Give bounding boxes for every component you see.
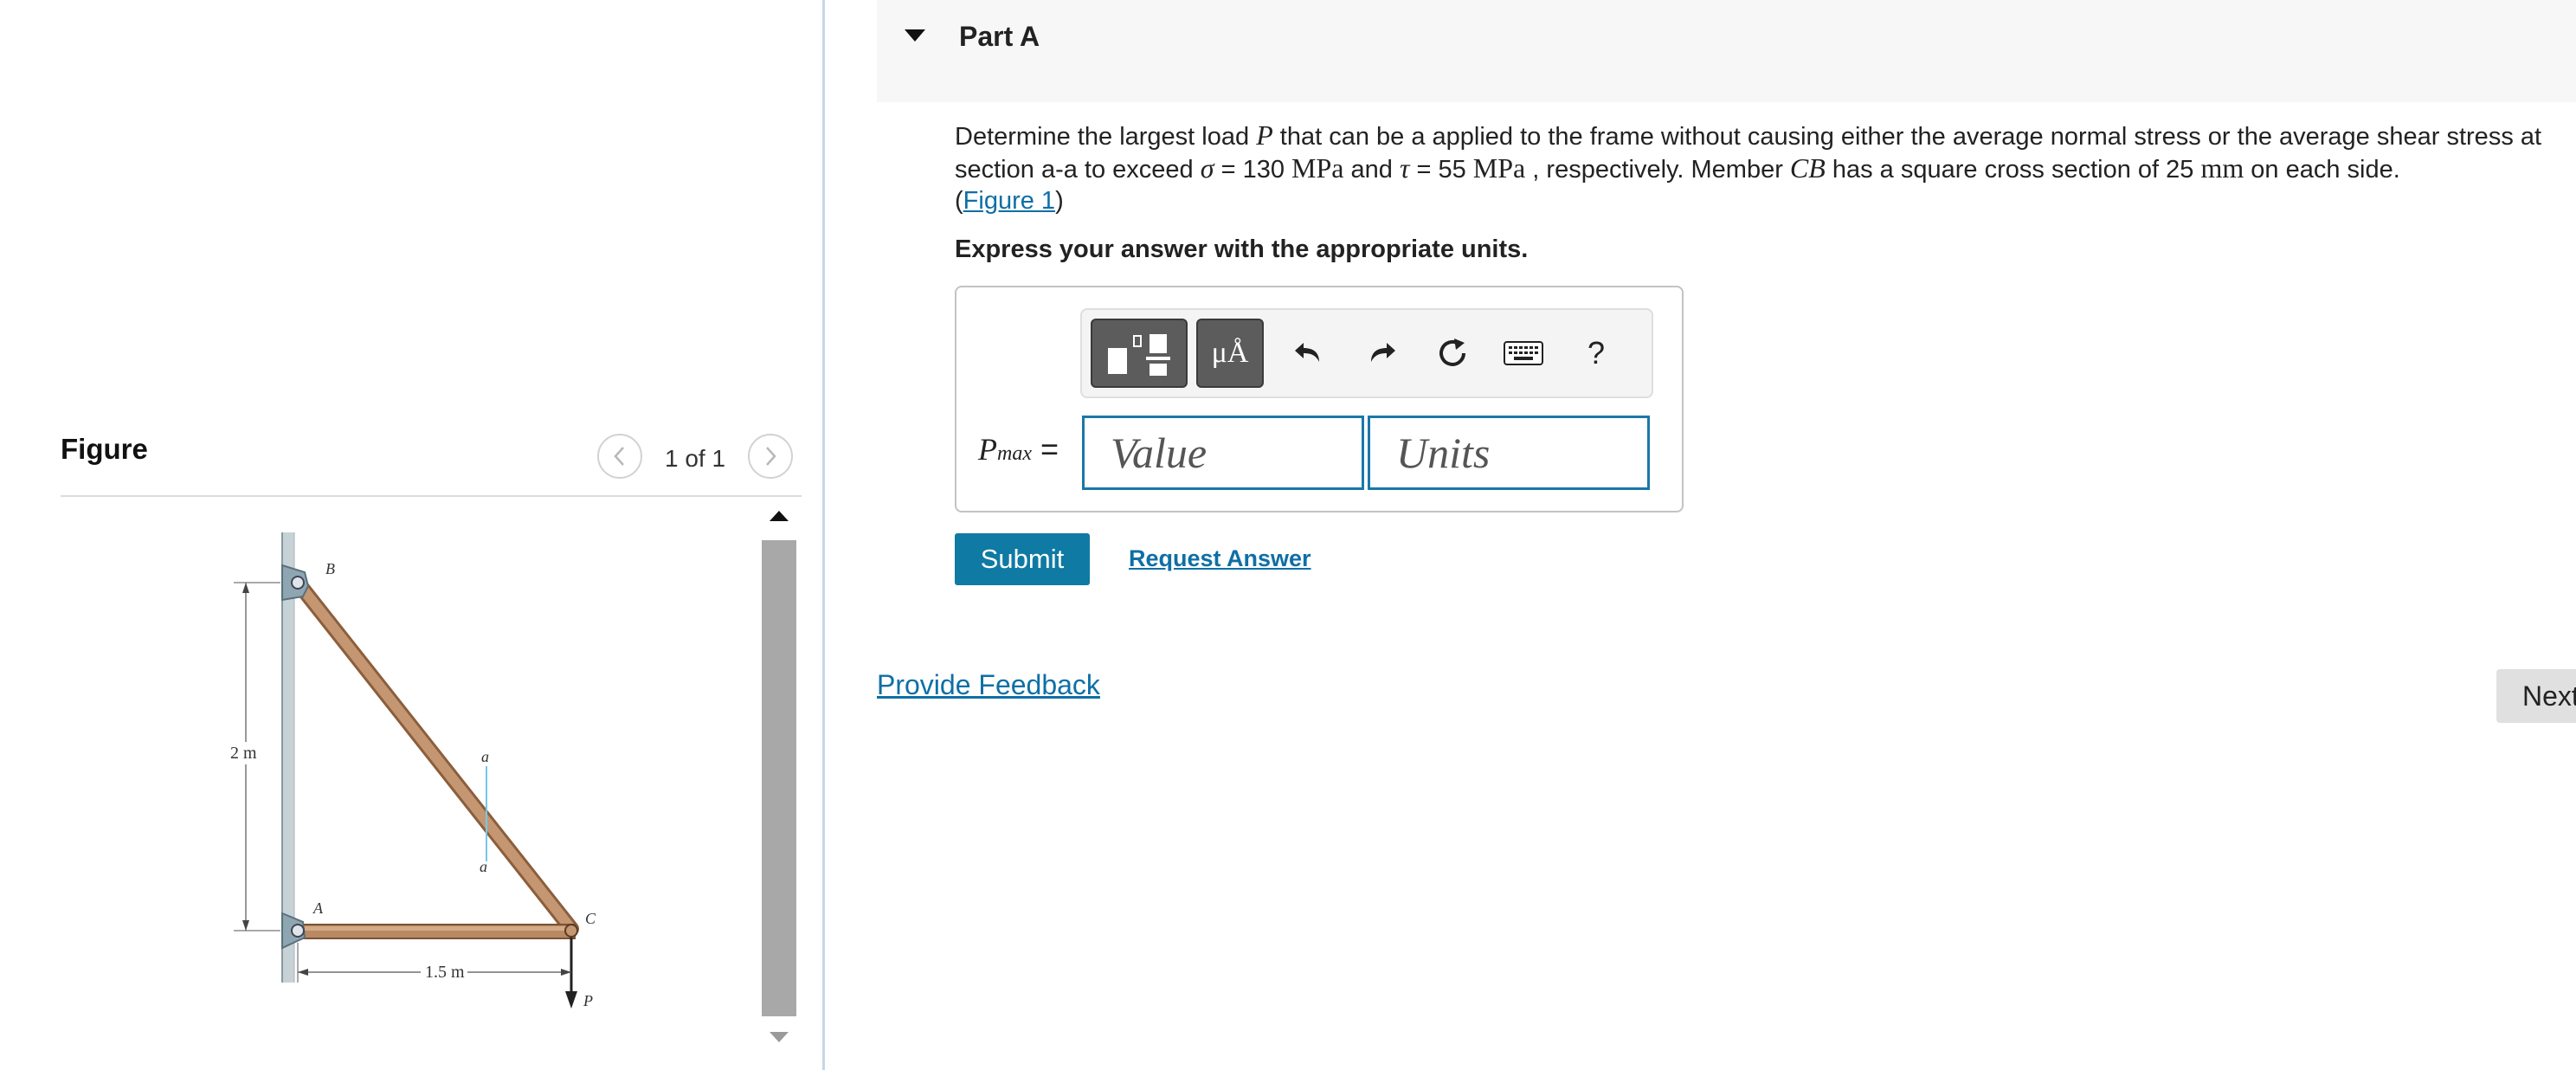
previous-figure-button[interactable] (597, 434, 642, 479)
templates-icon (1108, 334, 1170, 376)
answer-instruction: Express your answer with the appropriate… (955, 235, 1529, 263)
section-label-bottom: a (480, 858, 487, 875)
request-answer-link[interactable]: Request Answer (1129, 545, 1311, 572)
answer-variable-label: Pmax = (978, 431, 1059, 467)
width-label: 1.5 m (425, 963, 465, 982)
figure-divider (61, 495, 802, 497)
chevron-right-icon (766, 447, 776, 466)
templates-button[interactable] (1091, 319, 1188, 388)
help-icon[interactable]: ? (1575, 332, 1617, 374)
pane-separator[interactable] (822, 0, 825, 1070)
submit-button[interactable]: Submit (955, 533, 1090, 585)
part-a-header[interactable] (877, 0, 2576, 102)
height-label: 2 m (230, 744, 257, 763)
next-figure-button[interactable] (748, 434, 793, 479)
collapse-caret-icon[interactable] (904, 28, 926, 43)
label-b: B (325, 560, 335, 577)
undo-icon[interactable] (1288, 332, 1330, 374)
provide-feedback-link[interactable]: Provide Feedback (877, 669, 1100, 701)
part-a-title: Part A (959, 21, 1040, 52)
label-c: C (585, 910, 596, 927)
problem-statement: Determine the largest load P that can be… (955, 119, 2542, 215)
chevron-left-icon (614, 447, 624, 466)
figure-scrollbar-thumb[interactable] (762, 540, 796, 1016)
value-input[interactable] (1082, 416, 1364, 490)
label-p: P (583, 992, 593, 1009)
figure-heading: Figure (61, 433, 148, 465)
keyboard-icon[interactable] (1503, 332, 1544, 374)
symbols-button[interactable]: μÅ (1196, 319, 1264, 388)
next-button[interactable]: Next (2496, 669, 2576, 723)
figure-1-link[interactable]: Figure 1 (963, 187, 1055, 215)
units-input[interactable] (1368, 416, 1650, 490)
reset-icon[interactable] (1432, 332, 1473, 374)
label-a: A (312, 899, 324, 917)
figure-counter: 1 of 1 (665, 445, 726, 472)
frame-figure-image: 2 m a a B A C P 1.5 m (225, 532, 596, 1009)
scroll-up-arrow-icon[interactable] (769, 509, 789, 523)
section-label-top: a (481, 748, 489, 765)
redo-icon[interactable] (1361, 332, 1402, 374)
scroll-down-arrow-icon[interactable] (769, 1030, 789, 1044)
